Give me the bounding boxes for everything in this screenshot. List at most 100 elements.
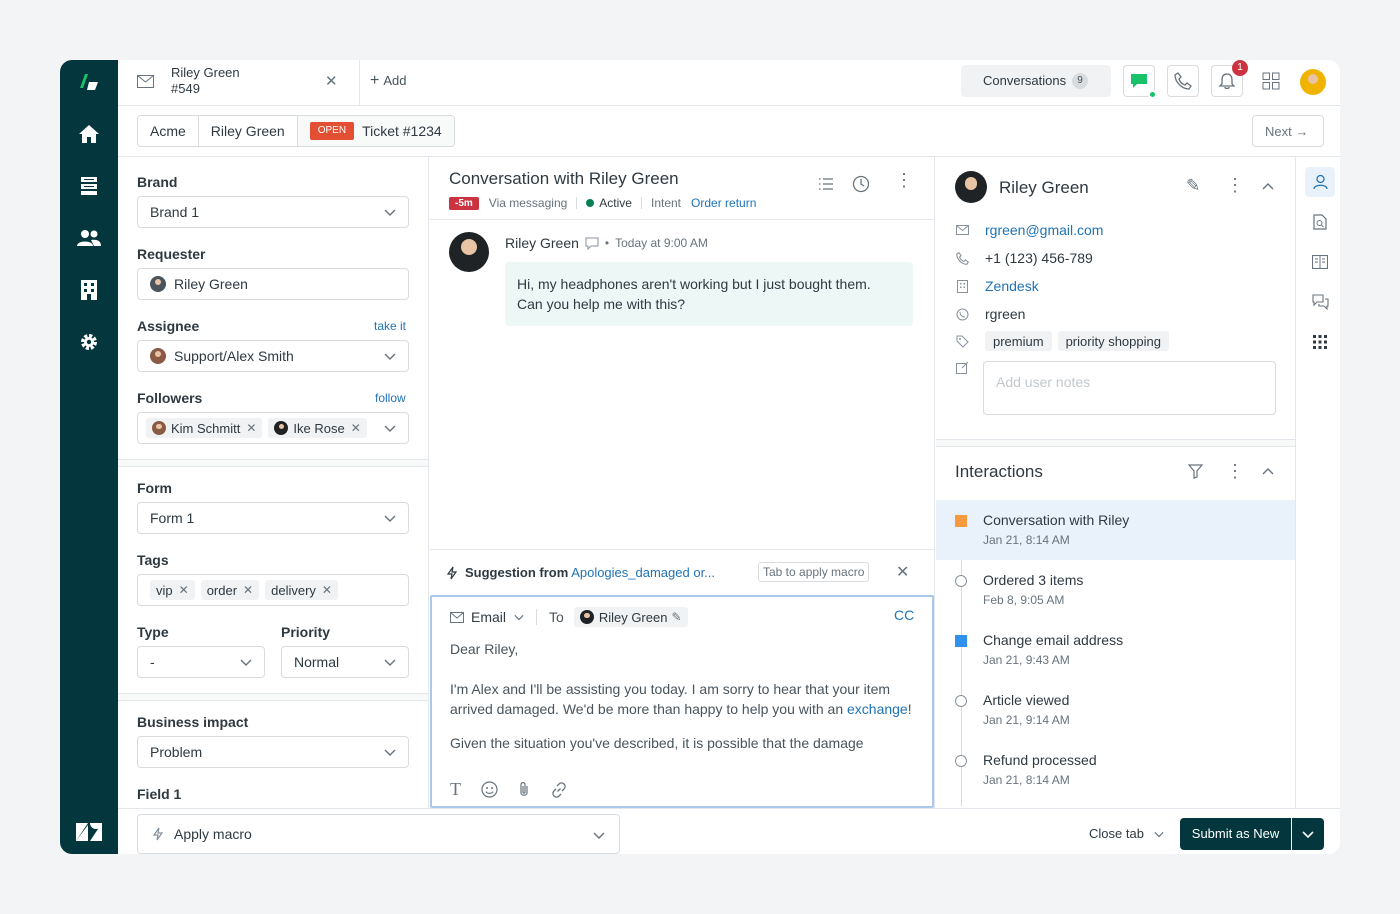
exchange-link[interactable]: exchange: [847, 701, 908, 717]
views-icon[interactable]: [77, 174, 101, 198]
messaging-status-button[interactable]: [1123, 65, 1157, 99]
apps-dots-icon[interactable]: [1305, 327, 1335, 357]
more-options-icon[interactable]: ⋮: [1226, 462, 1244, 480]
tags-field[interactable]: vip ✕ order ✕ delivery ✕: [137, 574, 409, 606]
text-format-icon[interactable]: T: [450, 779, 461, 800]
link-icon[interactable]: [550, 781, 568, 799]
intent-value[interactable]: Order return: [691, 196, 756, 210]
take-it-link[interactable]: take it: [374, 319, 406, 333]
tab-hint: Tab to apply macro: [758, 562, 870, 582]
macro-suggestion: Suggestion from Apologies_damaged or... …: [430, 549, 934, 595]
remove-icon[interactable]: ✕: [351, 421, 361, 435]
organizations-icon[interactable]: [77, 278, 101, 302]
apply-macro-select[interactable]: Apply macro: [137, 814, 620, 854]
add-tab-button[interactable]: + Add: [370, 72, 406, 90]
knowledge-book-icon[interactable]: [1305, 247, 1335, 277]
customer-tag[interactable]: premium: [985, 331, 1052, 351]
customer-context-icon[interactable]: [1305, 167, 1335, 197]
customer-org[interactable]: Zendesk: [985, 278, 1039, 294]
more-options-icon[interactable]: ⋮: [1226, 176, 1244, 194]
dismiss-suggestion-icon[interactable]: ✕: [896, 562, 909, 582]
reply-body[interactable]: Dear Riley, I'm Alex and I'll be assisti…: [450, 639, 920, 769]
message-thread: Riley Green • Today at 9:00 AM Hi, my he…: [430, 219, 934, 549]
conversations-label: Conversations: [983, 73, 1067, 88]
interaction-item-refund[interactable]: Refund processed Jan 21, 8:14 AM: [936, 740, 1295, 800]
customer-tag[interactable]: priority shopping: [1057, 331, 1169, 351]
side-conversations-icon[interactable]: [1305, 287, 1335, 317]
priority-select[interactable]: Normal: [281, 646, 409, 678]
settings-gear-icon[interactable]: [77, 330, 101, 354]
tag-chip[interactable]: order ✕: [200, 580, 260, 600]
type-select[interactable]: -: [137, 646, 265, 678]
reply-editor[interactable]: Email To Riley Green ✎ CC Dear Riley, I'm…: [430, 595, 934, 808]
breadcrumb-org[interactable]: Acme: [138, 116, 199, 146]
customer-email[interactable]: rgreen@gmail.com: [985, 222, 1103, 238]
requester-field[interactable]: Riley Green: [137, 268, 409, 300]
phone-button[interactable]: [1167, 65, 1199, 97]
follow-link[interactable]: follow: [375, 391, 406, 405]
close-tab-icon[interactable]: ✕: [325, 72, 338, 90]
edit-pencil-icon[interactable]: ✎: [671, 610, 681, 624]
remove-icon[interactable]: ✕: [243, 583, 253, 597]
remove-icon[interactable]: ✕: [246, 421, 256, 435]
breadcrumb-ticket[interactable]: OPEN Ticket #1234: [297, 116, 454, 146]
suggested-macro-link[interactable]: Apologies_damaged or...: [571, 565, 715, 580]
reply-greeting: Dear Riley,: [450, 641, 519, 657]
history-icon[interactable]: [852, 175, 870, 193]
tag-chip[interactable]: delivery ✕: [265, 580, 338, 600]
interaction-item-order[interactable]: Ordered 3 items Feb 8, 9:05 AM: [936, 560, 1295, 620]
assignee-select[interactable]: Support/Alex Smith: [137, 340, 409, 372]
remove-icon[interactable]: ✕: [322, 583, 332, 597]
followers-field[interactable]: Kim Schmitt ✕ Ike Rose ✕: [137, 412, 409, 444]
list-icon[interactable]: [818, 177, 834, 191]
interaction-item-article[interactable]: Article viewed Jan 21, 9:14 AM: [936, 680, 1295, 740]
customers-icon[interactable]: [77, 226, 101, 250]
edit-pencil-icon[interactable]: ✎: [1186, 176, 1200, 196]
plus-icon: +: [370, 72, 380, 89]
breadcrumb-requester[interactable]: Riley Green: [198, 116, 298, 146]
next-button[interactable]: Next →: [1252, 115, 1324, 147]
message-header: Riley Green • Today at 9:00 AM: [505, 235, 708, 251]
channel-select[interactable]: Email: [471, 609, 506, 625]
submit-button[interactable]: Submit as New: [1180, 818, 1291, 850]
ticket-tab[interactable]: Riley Green #549 ✕: [118, 60, 360, 106]
apps-grid-icon[interactable]: [1262, 72, 1280, 90]
emoji-icon[interactable]: [481, 781, 498, 798]
remove-icon[interactable]: ✕: [179, 583, 189, 597]
submit-options-button[interactable]: [1292, 818, 1324, 850]
brand-select[interactable]: Brand 1: [137, 196, 409, 228]
cc-button[interactable]: CC: [894, 607, 914, 623]
more-options-icon[interactable]: ⋮: [895, 171, 913, 189]
customer-tags-row: premium priority shopping: [955, 331, 1175, 351]
home-icon[interactable]: [77, 122, 101, 146]
reply-paragraph: I'm Alex and I'll be assisting you today…: [450, 681, 891, 717]
business-impact-select[interactable]: Problem: [137, 736, 409, 768]
form-select[interactable]: Form 1: [137, 502, 409, 534]
chevron-up-icon[interactable]: [1262, 182, 1274, 190]
app-window: Riley Green #549 ✕ + Add Conversations 9 …: [60, 60, 1340, 854]
follower-chip[interactable]: Ike Rose ✕: [268, 418, 367, 438]
filter-icon[interactable]: [1188, 464, 1203, 479]
close-tab-select[interactable]: Close tab: [1089, 826, 1164, 841]
notifications-button[interactable]: 1: [1211, 60, 1248, 97]
recipient-chip[interactable]: Riley Green ✎: [573, 607, 688, 627]
interaction-item-email-change[interactable]: Change email address Jan 21, 9:43 AM: [936, 620, 1295, 680]
online-dot: [1148, 90, 1157, 99]
email-icon: [450, 611, 464, 623]
product-rail: [60, 60, 118, 854]
knowledge-search-icon[interactable]: [1305, 207, 1335, 237]
chevron-down-icon: [384, 749, 396, 756]
user-notes-field[interactable]: Add user notes: [983, 361, 1276, 415]
tag-text: vip: [156, 582, 173, 598]
follower-chip[interactable]: Kim Schmitt ✕: [146, 418, 263, 438]
interaction-item-conversation[interactable]: Conversation with Riley Jan 21, 8:14 AM: [936, 500, 1295, 560]
conversations-button[interactable]: Conversations 9: [961, 65, 1111, 97]
tag-chip[interactable]: vip ✕: [150, 580, 195, 600]
chevron-up-icon[interactable]: [1262, 467, 1274, 475]
zendesk-logo-icon[interactable]: [77, 70, 101, 94]
user-avatar[interactable]: [1300, 69, 1326, 95]
time-badge: -5m: [449, 196, 479, 210]
attachment-icon[interactable]: [518, 781, 530, 798]
chevron-down-icon[interactable]: [514, 612, 524, 622]
chevron-down-icon: [384, 209, 396, 216]
